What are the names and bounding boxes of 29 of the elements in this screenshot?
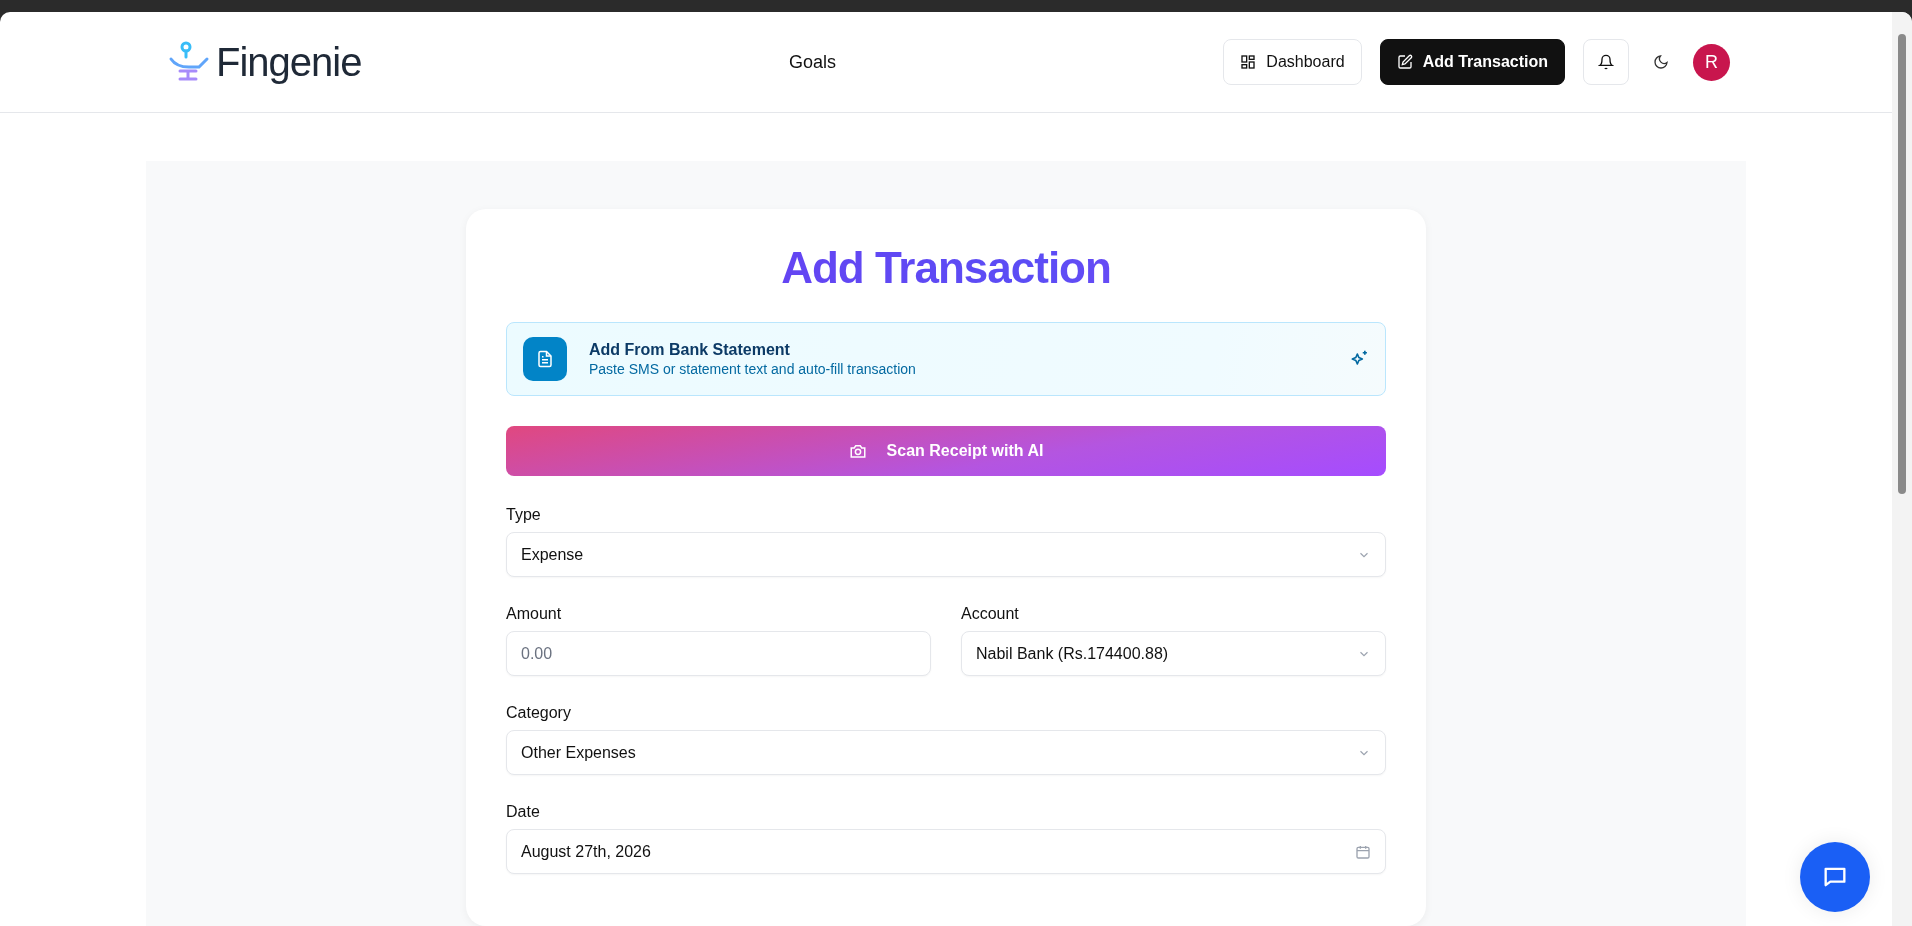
grid-icon <box>1240 54 1257 70</box>
bank-statement-card[interactable]: Add From Bank Statement Paste SMS or statement text and auto-fill transaction <box>506 322 1386 397</box>
bell-icon <box>1598 54 1614 70</box>
field-label: Type <box>506 506 542 525</box>
date-picker[interactable]: August 27th, 2026 <box>506 829 1386 875</box>
field-label: Account <box>961 605 1020 624</box>
select-field[interactable]: Expense <box>506 532 1386 578</box>
nav-link[interactable]: Goals <box>788 51 836 73</box>
bank-statement-title: Add From Bank Statement <box>589 341 791 360</box>
field-label: Amount <box>506 605 563 624</box>
document-icon <box>523 337 567 382</box>
select-field[interactable]: Other Expenses <box>506 730 1386 776</box>
add-transaction-button[interactable]: Add Transaction <box>1379 39 1565 85</box>
logo-text: Fingenie <box>216 39 362 85</box>
logo[interactable]: Fingenie <box>168 39 362 85</box>
camera-icon <box>848 442 867 461</box>
dashboard-button[interactable]: Dashboard <box>1223 39 1362 85</box>
select-field[interactable]: Nabil Bank (Rs.174400.88) <box>961 631 1386 677</box>
notifications-button[interactable] <box>1583 39 1629 85</box>
bank-statement-subtitle: Paste SMS or statement text and auto-fill transaction <box>589 361 917 378</box>
scan-receipt-button[interactable]: Scan Receipt with AI <box>506 426 1386 477</box>
amount-input[interactable]: 0.00 <box>506 631 931 677</box>
scrollbar[interactable] <box>1892 12 1912 926</box>
field-label: Date <box>506 803 541 822</box>
field-label: Category <box>506 704 572 723</box>
moon-icon <box>1653 54 1669 70</box>
avatar[interactable]: R <box>1693 43 1730 81</box>
calendar-icon <box>1355 843 1371 860</box>
edit-icon <box>1396 54 1413 70</box>
